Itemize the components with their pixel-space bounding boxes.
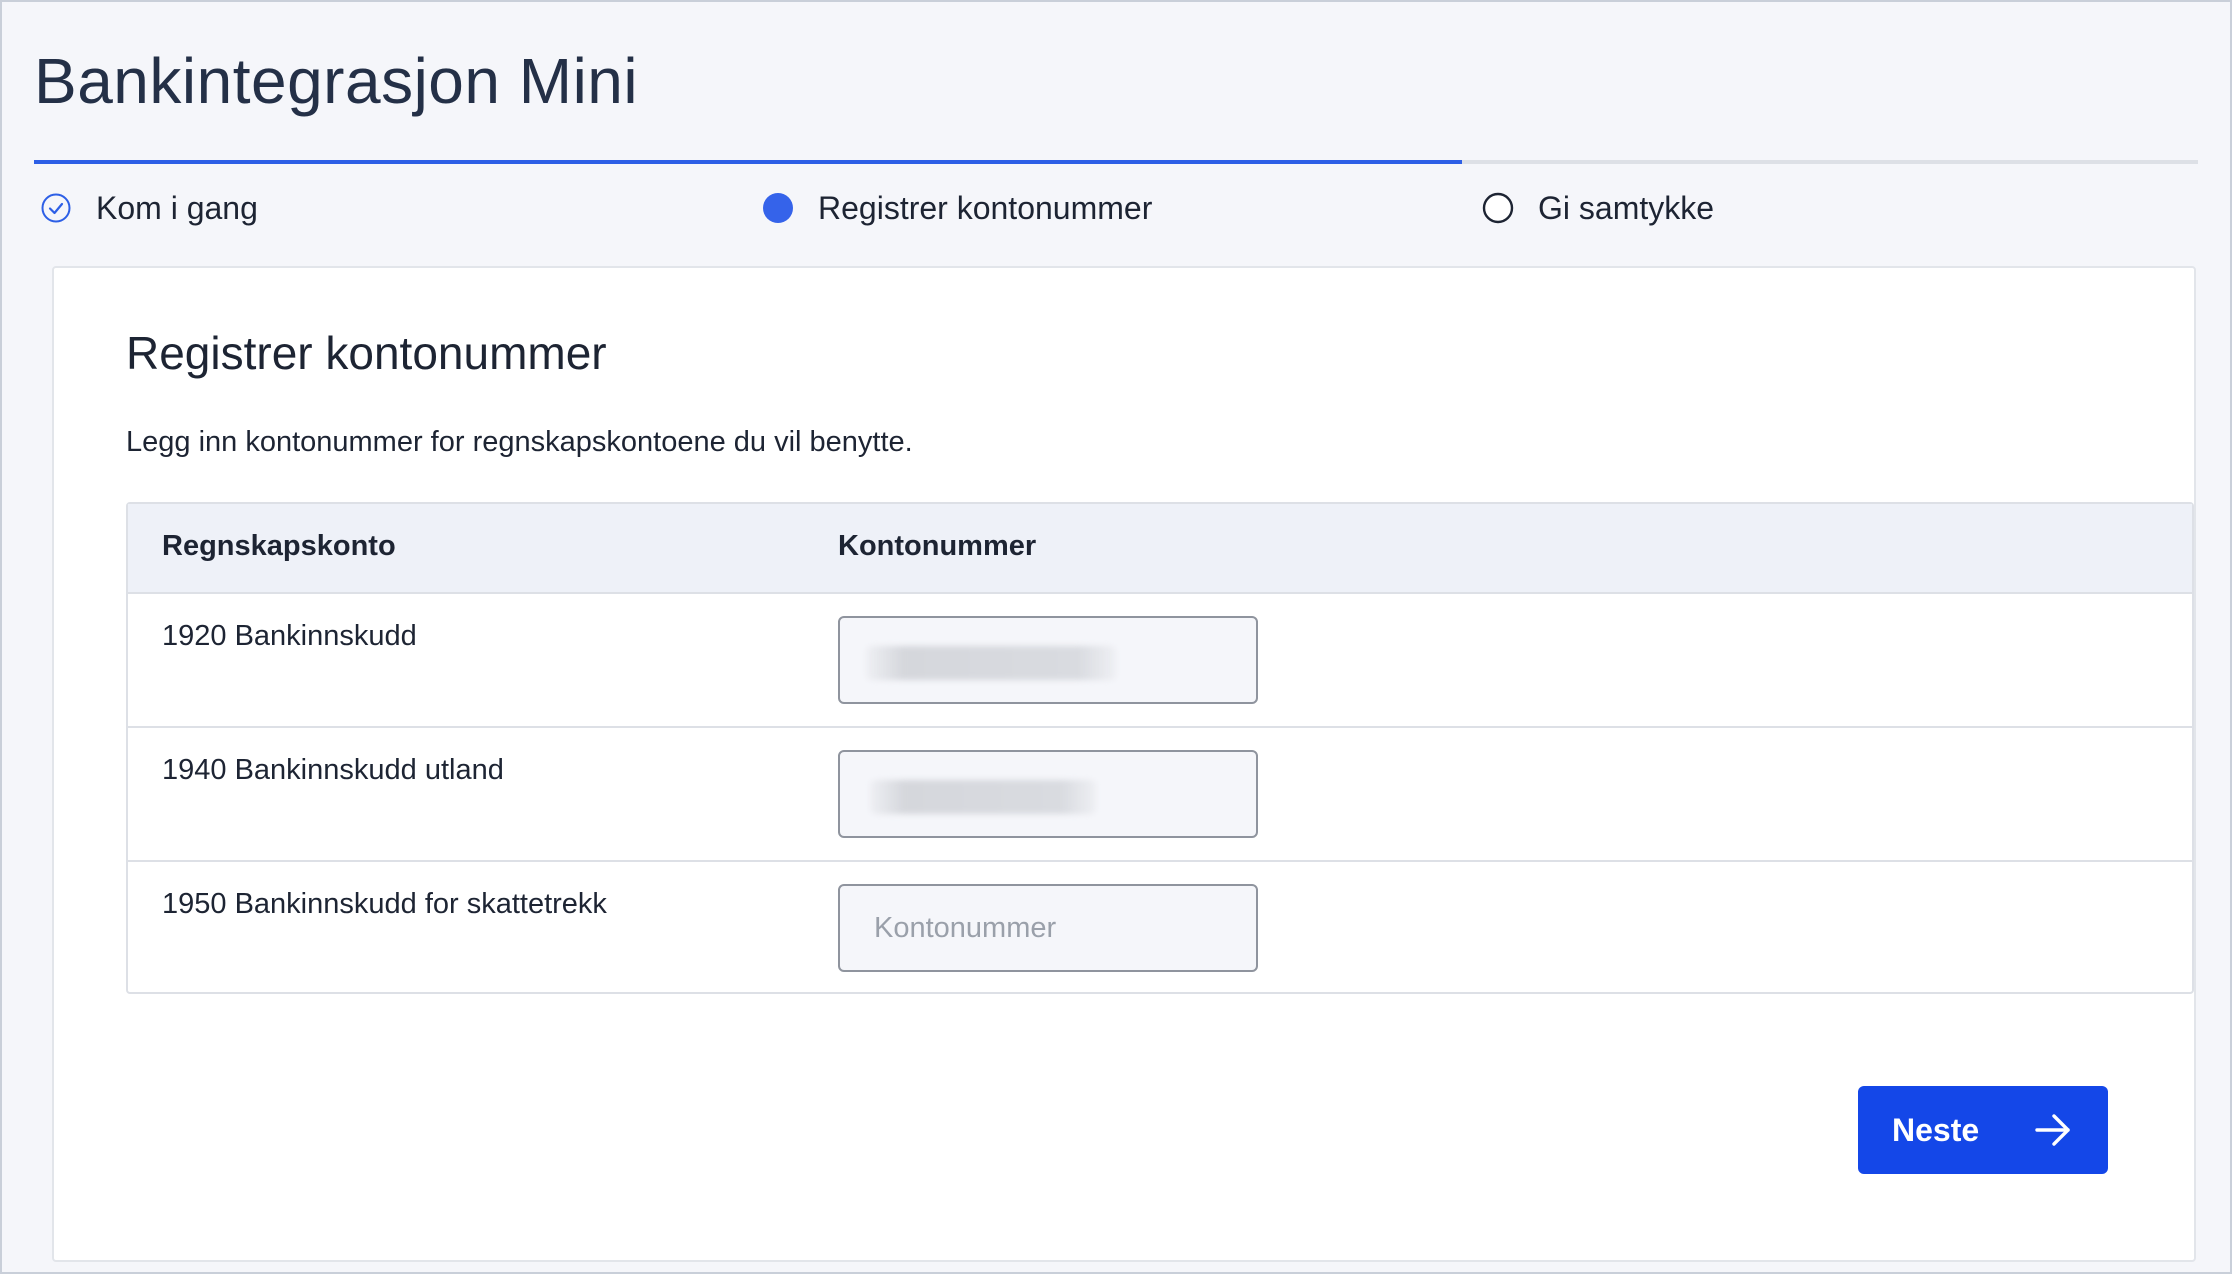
empty-circle-icon <box>1482 192 1514 224</box>
app-title: Bankintegrasjon Mini <box>34 45 639 117</box>
card-description: Legg inn kontonummer for regnskapskontoe… <box>126 426 913 458</box>
app-window: Bankintegrasjon Mini Kom i gang Registre… <box>0 0 2232 1274</box>
column-header-number: Kontonummer <box>838 530 1037 562</box>
account-name: 1940 Bankinnskudd utland <box>162 754 504 786</box>
register-account-card: Registrer kontonummer Legg inn kontonumm… <box>52 266 2196 1262</box>
next-button-label: Neste <box>1892 1111 1980 1148</box>
progress-track <box>34 160 2198 164</box>
filled-circle-icon <box>762 192 794 224</box>
table-header: Regnskapskonto Kontonummer <box>128 504 2192 594</box>
table-row: 1920 Bankinnskudd <box>128 594 2192 728</box>
progress-fill <box>34 160 1463 164</box>
next-button[interactable]: Neste <box>1858 1086 2108 1174</box>
table-row: 1950 Bankinnskudd for skattetrekk <box>128 862 2192 992</box>
account-name: 1920 Bankinnskudd <box>162 620 417 652</box>
step-registrer-kontonummer[interactable]: Registrer kontonummer <box>762 186 1152 230</box>
table-row: 1940 Bankinnskudd utland <box>128 728 2192 862</box>
column-header-account: Regnskapskonto <box>162 530 396 562</box>
check-circle-icon <box>40 192 72 224</box>
redacted-value <box>870 780 1096 814</box>
account-number-input-1950[interactable] <box>838 884 1258 972</box>
step-label: Gi samtykke <box>1538 189 1715 226</box>
step-label: Kom i gang <box>96 189 258 226</box>
step-label: Registrer kontonummer <box>818 189 1153 226</box>
account-table: Regnskapskonto Kontonummer 1920 Bankinns… <box>126 502 2194 994</box>
card-title: Registrer kontonummer <box>126 327 607 379</box>
arrow-right-icon <box>2034 1112 2072 1148</box>
step-gi-samtykke[interactable]: Gi samtykke <box>1482 186 1714 230</box>
redacted-value <box>866 646 1116 680</box>
account-name: 1950 Bankinnskudd for skattetrekk <box>162 888 607 920</box>
step-kom-i-gang[interactable]: Kom i gang <box>40 186 258 230</box>
